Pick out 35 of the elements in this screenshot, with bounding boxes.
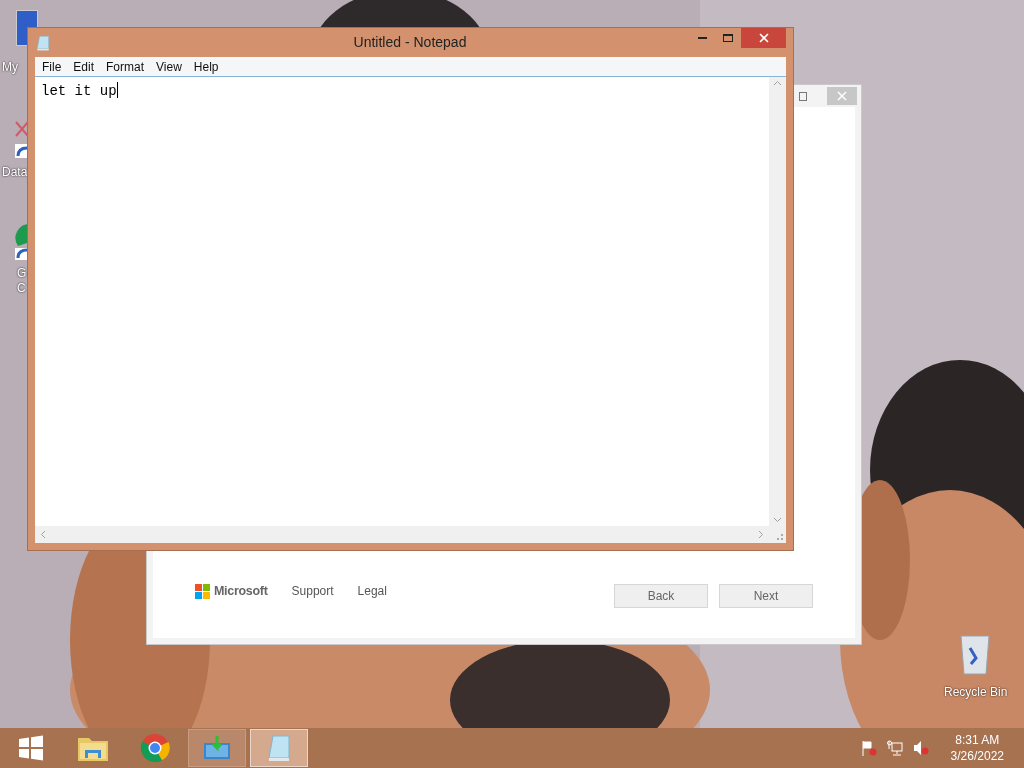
document-text: let it up — [41, 82, 117, 101]
windows-logo-icon — [18, 735, 44, 761]
window-title: Untitled - Notepad — [353, 33, 467, 52]
maximize-icon[interactable] — [799, 91, 807, 101]
text-cursor — [116, 82, 118, 98]
vertical-scrollbar[interactable] — [769, 77, 786, 526]
menu-item[interactable]: Help — [187, 57, 225, 76]
horizontal-scrollbar[interactable] — [35, 526, 769, 543]
close-icon — [837, 91, 847, 101]
network-icon[interactable] — [886, 740, 903, 756]
chrome-icon — [140, 733, 170, 763]
muted-speaker-icon[interactable] — [912, 740, 929, 756]
flag-icon[interactable] — [860, 740, 877, 756]
menu-item[interactable]: File — [36, 57, 68, 76]
taskbar-button[interactable] — [188, 729, 246, 767]
microsoft-logo-icon — [195, 583, 210, 599]
wizard-button[interactable]: Next — [719, 584, 813, 608]
menu-item[interactable]: View — [150, 57, 188, 76]
menu-item[interactable]: Edit — [67, 57, 101, 76]
recycle-bin-icon[interactable] — [958, 632, 992, 676]
notepad-icon — [35, 34, 51, 51]
footer-link[interactable]: Support — [291, 582, 334, 600]
brand-name: Microsoft — [214, 582, 268, 600]
close-icon — [758, 33, 769, 43]
clock-time: 8:31 AM — [955, 732, 1000, 748]
clock[interactable]: 8:31 AM 3/26/2022 — [950, 732, 1004, 764]
notepad-icon — [265, 734, 293, 762]
clock-date: 3/26/2022 — [950, 748, 1004, 764]
footer-link[interactable]: Legal — [357, 582, 387, 600]
menu-item[interactable]: Format — [100, 57, 151, 76]
close-button[interactable] — [827, 87, 857, 105]
close-button[interactable] — [741, 28, 786, 48]
monitor-arrow-icon — [203, 735, 231, 761]
wizard-button[interactable]: Back — [614, 584, 708, 608]
taskbar-button[interactable] — [250, 729, 308, 767]
